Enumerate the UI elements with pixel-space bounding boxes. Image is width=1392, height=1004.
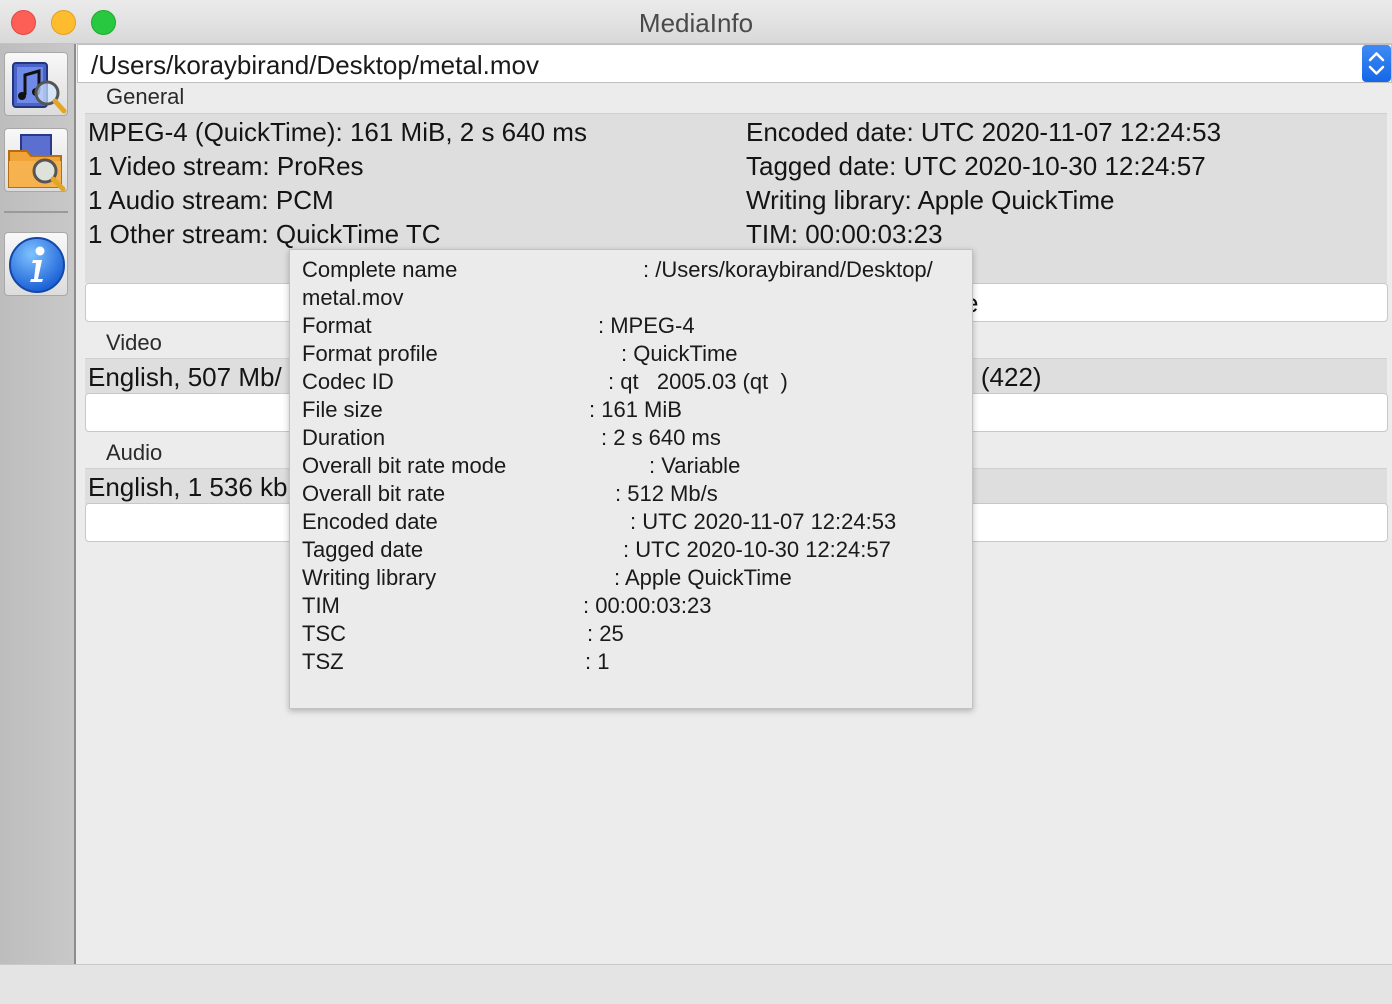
tooltip-row-name: TSZ [302,649,344,674]
tooltip-row-value: : qt 2005.03 (qt ) [608,369,788,394]
tooltip-row-name: Duration [302,425,386,450]
tooltip-row-value: : 25 [587,621,624,646]
tooltip-row-value: : 2 s 640 ms [601,425,721,450]
tooltip-row-name: Format profile [302,341,438,366]
tooltip-row-name: Complete name [302,257,458,282]
open-file-button[interactable] [4,52,68,116]
general-writing-library: Writing library: Apple QuickTime [746,185,1115,215]
audio-line-left: English, 1 536 kb [88,472,288,502]
tooltip-row-value: : UTC 2020-11-07 12:24:53 [630,509,897,534]
combo-dropdown-button[interactable] [1362,45,1391,82]
details-tooltip: Complete name : /Users/koraybirand/Deskt… [289,249,973,709]
general-tim: TIM: 00:00:03:23 [746,219,943,249]
tooltip-row-name: Codec ID [302,369,394,394]
tooltip-row-name: Overall bit rate [302,481,446,506]
folder-magnifier-icon [8,134,66,192]
tooltip-row-value: : 512 Mb/s [615,481,718,506]
general-line-2: 1 Video stream: ProRes [88,151,364,181]
general-line-4: 1 Other stream: QuickTime TC [88,219,441,249]
tooltip-row-value: : UTC 2020-10-30 12:24:57 [623,537,891,562]
about-button[interactable] [4,232,68,296]
title-bar: MediaInfo [0,0,1392,44]
music-magnifier-icon [12,62,67,114]
tooltip-row-name: TIM [302,593,340,618]
sidebar-separator [4,211,68,213]
tooltip-row-name: Format [302,313,372,338]
video-line-left: English, 507 Mb/ [88,362,282,392]
general-tagged-date: Tagged date: UTC 2020-10-30 12:24:57 [746,151,1206,181]
tooltip-row-value: : 00:00:03:23 [583,593,712,618]
tooltip-row-value: : Apple QuickTime [614,565,792,590]
tooltip-row-value: : 161 MiB [589,397,682,422]
status-bar [0,964,1392,1004]
tooltip-row-name: TSC [302,621,346,646]
chevron-updown-icon [1368,52,1385,75]
tooltip-row-value: : 1 [585,649,610,674]
general-line-1: MPEG-4 (QuickTime): 161 MiB, 2 s 640 ms [88,117,587,147]
video-line-right: ) (422) [965,362,1042,392]
tooltip-row-name: Encoded date [302,509,438,534]
tooltip-row-name: Writing library [302,565,437,590]
general-label: General [106,84,185,109]
tooltip-row-name: File size [302,397,383,422]
sidebar [0,44,76,964]
info-icon [9,237,65,293]
tooltip-row-name: metal.mov [302,285,404,310]
audio-label: Audio [106,440,163,465]
open-folder-button[interactable] [4,128,68,192]
general-line-3: 1 Audio stream: PCM [88,185,334,215]
tooltip-row-value: : MPEG-4 [598,313,695,338]
tooltip-row-value: : Variable [649,453,741,478]
tooltip-row-name: Tagged date [302,537,424,562]
file-path-text: /Users/koraybirand/Desktop/metal.mov [91,50,539,80]
window-title: MediaInfo [638,8,754,38]
tooltip-row-value: : /Users/koraybirand/Desktop/ [643,257,933,282]
file-path-combo[interactable]: /Users/koraybirand/Desktop/metal.mov [77,44,1392,83]
video-label: Video [106,330,162,355]
tooltip-row-name: Overall bit rate mode [302,453,507,478]
tooltip-row-value: : QuickTime [621,341,738,366]
general-encoded-date: Encoded date: UTC 2020-11-07 12:24:53 [746,117,1222,147]
